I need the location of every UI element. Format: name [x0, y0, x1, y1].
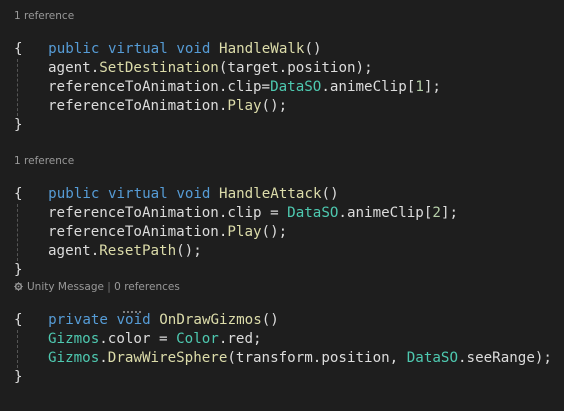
code-token: .color = [99, 331, 177, 347]
code-token: .red; [218, 331, 262, 347]
open-brace: { [14, 41, 23, 57]
code-token: (target.position); [218, 60, 373, 76]
code-token: (); [176, 243, 202, 259]
method-name-handleattack: HandleAttack [219, 186, 322, 202]
suggestion-dots [123, 309, 141, 313]
method-call-setdestination: SetDestination [99, 60, 219, 76]
type-color: Color [176, 331, 219, 347]
code-token: .seeRange); [458, 350, 552, 366]
open-brace: { [14, 312, 23, 328]
method-call-resetpath: ResetPath [99, 243, 177, 259]
type-datasso: DataSO [406, 350, 459, 366]
code-line-gizmos-open-brace[interactable]: { [14, 311, 23, 330]
keyword-private: private [48, 312, 108, 328]
keyword-public: public [48, 186, 100, 202]
number-literal: 1 [415, 79, 424, 95]
code-editor[interactable]: 1 reference public virtual void HandleWa… [0, 0, 564, 411]
keyword-virtual: virtual [107, 186, 168, 202]
indent-guide [17, 330, 18, 368]
signature-parens: () [321, 186, 339, 202]
code-line-gizmos-close-brace[interactable]: } [14, 368, 23, 387]
open-brace: { [14, 186, 23, 202]
code-line-attack-play[interactable]: referenceToAnimation.Play(); [48, 223, 287, 242]
method-name-handlewalk: HandleWalk [219, 41, 305, 57]
code-token: referenceToAnimation.clip= [48, 79, 271, 95]
code-token: ]; [423, 79, 441, 95]
keyword-void: void [176, 41, 211, 57]
code-line-gizmos-color[interactable]: Gizmos.color = Color.red; [48, 330, 262, 349]
code-line-walk-play[interactable]: referenceToAnimation.Play(); [48, 97, 287, 116]
number-literal: 2 [432, 205, 441, 221]
method-call-play: Play [227, 224, 262, 240]
code-line-attack-clip[interactable]: referenceToAnimation.clip = DataSO.anime… [48, 204, 458, 223]
code-line-attack-close-brace[interactable]: } [14, 261, 23, 280]
code-line-walk-close-brace[interactable]: } [14, 116, 23, 135]
code-token: .animeClip[ [321, 79, 416, 95]
unity-cog-icon [14, 281, 23, 291]
method-call-drawwiresphere: DrawWireSphere [107, 350, 228, 366]
code-token: (); [261, 224, 288, 240]
code-token: . [99, 350, 108, 366]
method-call-play: Play [227, 98, 262, 114]
code-token: (); [261, 98, 288, 114]
type-gizmos: Gizmos [48, 350, 100, 366]
code-line-attack-signature[interactable]: public virtual void HandleAttack() [14, 166, 338, 202]
code-line-attack-open-brace[interactable]: { [14, 185, 23, 204]
code-token: . [90, 60, 100, 76]
code-token: ]; [440, 205, 459, 221]
code-token: agent. [48, 243, 100, 259]
close-brace: } [14, 369, 23, 385]
code-token: (transform.position, [227, 350, 407, 366]
code-token: agent [48, 60, 91, 76]
type-gizmos: Gizmos [48, 331, 100, 347]
code-line-walk-signature[interactable]: public virtual void HandleWalk() [14, 21, 321, 57]
type-datasso: DataSO [270, 79, 322, 95]
keyword-void: void [176, 186, 211, 202]
signature-parens: () [304, 41, 322, 57]
code-token: .animeClip[ [338, 205, 433, 221]
code-line-walk-clip[interactable]: referenceToAnimation.clip=DataSO.animeCl… [48, 78, 441, 97]
type-datasso: DataSO [287, 205, 339, 221]
indent-guide [17, 59, 18, 116]
code-token: referenceToAnimation. [48, 224, 228, 240]
keyword-virtual: virtual [107, 41, 168, 57]
code-line-gizmos-drawwiresphere[interactable]: Gizmos.DrawWireSphere(transform.position… [48, 349, 552, 368]
close-brace: } [14, 262, 23, 278]
code-line-walk-open-brace[interactable]: { [14, 40, 23, 59]
close-brace: } [14, 117, 23, 133]
keyword-void: void [116, 312, 151, 328]
method-name-ondrawgizmos: OnDrawGizmos [159, 312, 262, 328]
signature-parens: () [261, 312, 279, 328]
code-line-walk-setdestination[interactable]: agent.SetDestination(target.position); [48, 59, 373, 78]
code-token: referenceToAnimation.clip = [48, 205, 288, 221]
indent-guide [17, 204, 18, 261]
code-line-attack-resetpath[interactable]: agent.ResetPath(); [48, 242, 202, 261]
code-line-gizmos-signature[interactable]: private void OnDrawGizmos() [14, 292, 279, 328]
keyword-public: public [48, 41, 100, 57]
code-token: referenceToAnimation. [48, 98, 228, 114]
